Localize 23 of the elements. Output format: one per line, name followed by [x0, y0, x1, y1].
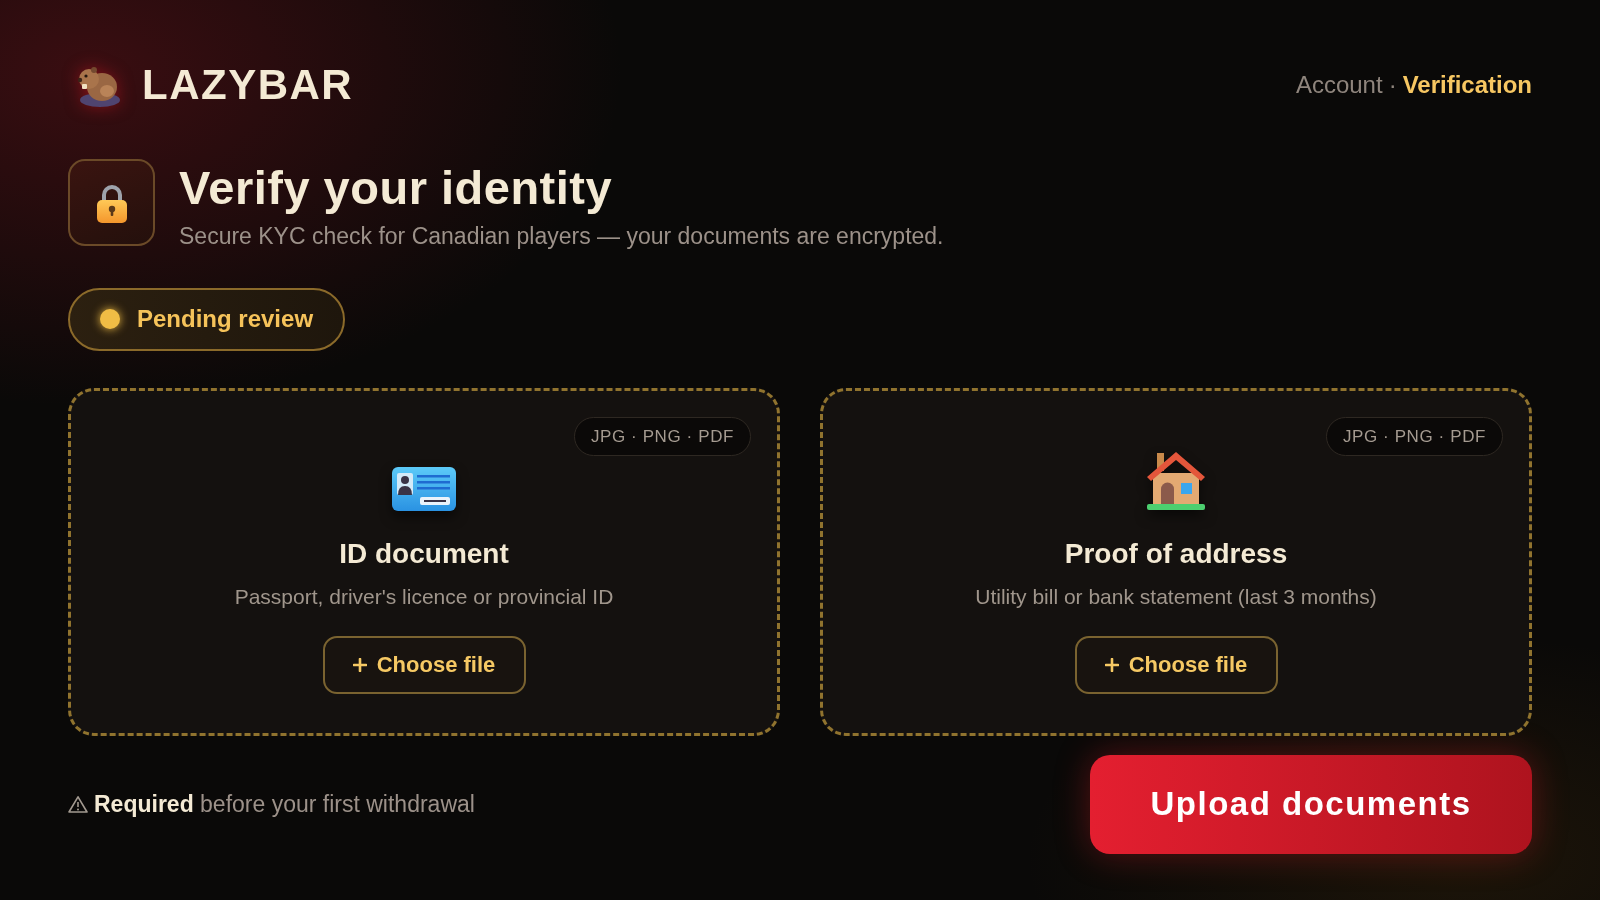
warning-icon: [68, 795, 88, 814]
upload-documents-button[interactable]: Upload documents: [1090, 754, 1532, 854]
id-card-icon: [392, 466, 456, 511]
card-title: ID document: [339, 537, 509, 570]
requirement-note: Required before your first withdrawal: [94, 790, 475, 818]
status-dot: [100, 309, 120, 330]
card-description: Utility bill or bank statement (last 3 months): [975, 584, 1377, 609]
format-chip: JPG · PNG · PDF: [573, 416, 751, 456]
breadcrumb-link[interactable]: Account: [1295, 71, 1383, 99]
card-description: Passport, driver's licence or provincial ID: [234, 584, 614, 609]
breadcrumb-separator: ·: [1388, 71, 1397, 99]
brand-name: LAZYBAR: [142, 61, 354, 109]
choose-file-button[interactable]: Choose file: [1074, 635, 1278, 694]
card-title: Proof of address: [1064, 537, 1288, 570]
breadcrumb-link[interactable]: Verification: [1402, 71, 1532, 99]
choose-file-button[interactable]: Choose file: [322, 635, 526, 694]
page-title: Verify your identity: [179, 162, 614, 214]
format-chip: JPG · PNG · PDF: [1325, 416, 1503, 456]
status-label: Pending review: [137, 305, 314, 334]
plus-icon: [1104, 657, 1119, 672]
lock-icon: [68, 159, 155, 247]
plus-icon: [352, 657, 367, 672]
page-subtitle: Secure KYC check for Canadian players — your documents are encrypted.: [179, 222, 944, 250]
